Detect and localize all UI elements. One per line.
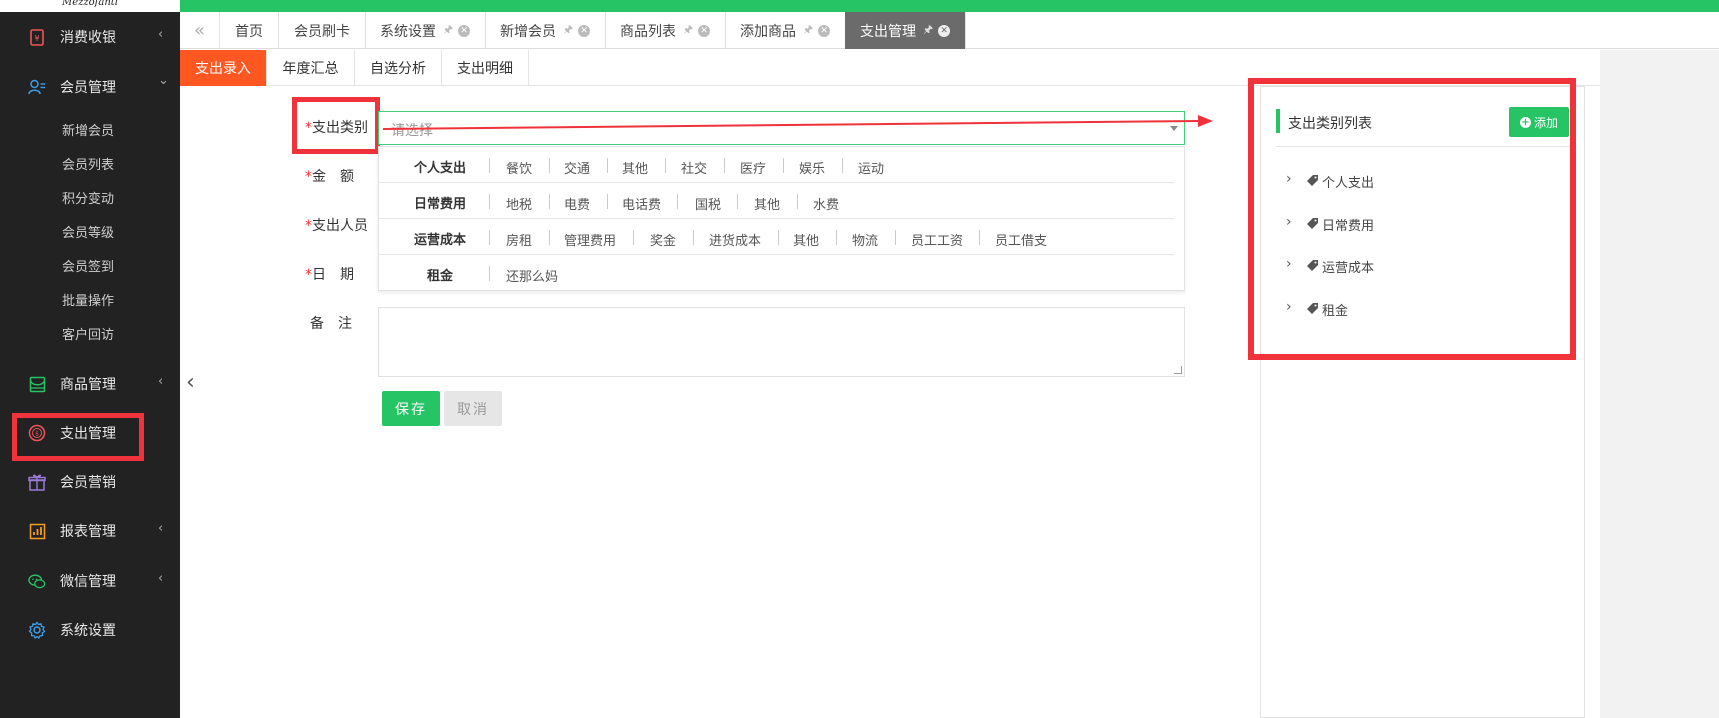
- annotation-arrow: [382, 115, 1213, 130]
